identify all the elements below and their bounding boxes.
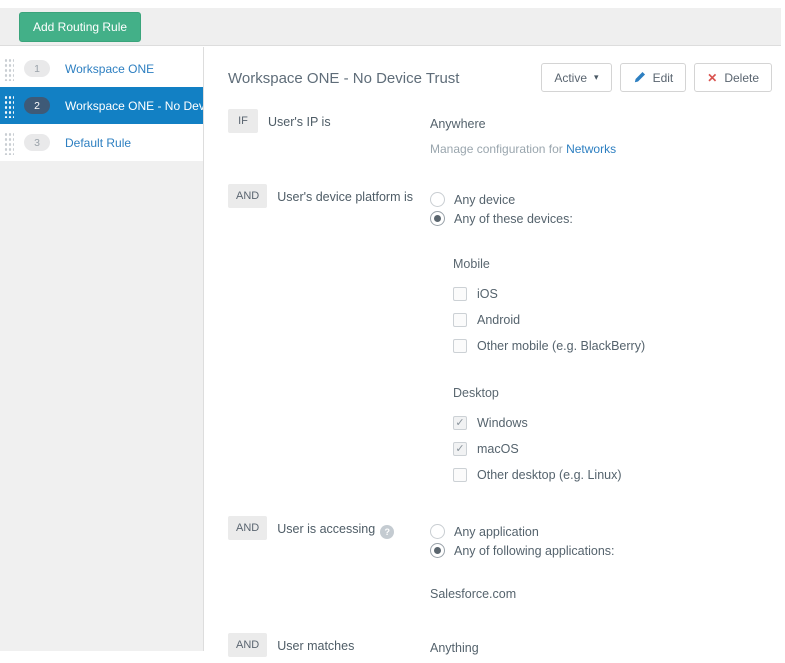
rule-conditions: IF User's IP is Anywhere Manage configur… bbox=[228, 109, 772, 663]
checkbox-icon[interactable] bbox=[453, 313, 467, 327]
radio-icon[interactable] bbox=[430, 524, 445, 539]
rule-number-badge: 1 bbox=[24, 60, 50, 77]
manage-configuration-line: Manage configuration for Networks bbox=[430, 140, 772, 158]
edit-button-label: Edit bbox=[652, 70, 674, 85]
condition-row-device-platform: AND User's device platform is Any device… bbox=[228, 184, 772, 488]
desktop-group: Desktop Windows macOS Othe bbox=[453, 384, 772, 488]
radio-label: Any application bbox=[454, 524, 539, 539]
mobile-group: Mobile iOS Android Other mobile (e.g. Bl… bbox=[453, 255, 772, 359]
radio-label: Any of following applications: bbox=[454, 543, 615, 558]
add-routing-rule-button[interactable]: Add Routing Rule bbox=[19, 11, 142, 42]
radio-label: Any device bbox=[454, 192, 516, 207]
sidebar-background bbox=[0, 161, 203, 651]
rule-item-label: Workspace ONE bbox=[65, 61, 155, 76]
condition-row-ip: IF User's IP is Anywhere Manage configur… bbox=[228, 109, 772, 158]
radio-selected-icon[interactable] bbox=[430, 211, 445, 226]
checkbox-label: Android bbox=[477, 313, 521, 327]
group-heading: Mobile bbox=[453, 257, 490, 271]
radio-option-following-applications[interactable]: Any of following applications: bbox=[430, 541, 772, 560]
page-title: Workspace ONE - No Device Trust bbox=[228, 70, 460, 87]
manage-prefix: Manage configuration for bbox=[430, 142, 567, 156]
drag-handle-icon[interactable] bbox=[4, 130, 14, 155]
checkbox-checked-icon[interactable] bbox=[453, 442, 467, 456]
checkbox-ios[interactable]: iOS bbox=[453, 281, 772, 307]
rule-detail-panel: Workspace ONE - No Device Trust Active ▾… bbox=[205, 47, 785, 657]
status-dropdown-label: Active bbox=[554, 70, 588, 85]
checkbox-android[interactable]: Android bbox=[453, 307, 772, 333]
radio-icon[interactable] bbox=[430, 192, 445, 207]
radio-option-any-of-these-devices[interactable]: Any of these devices: bbox=[430, 209, 772, 228]
radio-option-any-application[interactable]: Any application bbox=[430, 522, 772, 541]
delete-x-icon: ✕ bbox=[707, 70, 718, 85]
keyword-badge: IF bbox=[228, 109, 258, 133]
radio-option-any-device[interactable]: Any device bbox=[430, 190, 772, 209]
condition-label: User matches bbox=[277, 639, 355, 653]
condition-row-accessing: AND User is accessing? Any application A… bbox=[228, 516, 772, 603]
checkbox-label: macOS bbox=[477, 442, 519, 456]
sidebar-item-workspace-one[interactable]: 1 Workspace ONE bbox=[0, 50, 203, 87]
checkbox-icon[interactable] bbox=[453, 468, 467, 482]
networks-link[interactable]: Networks bbox=[566, 142, 616, 156]
drag-handle-icon[interactable] bbox=[4, 93, 14, 118]
pencil-icon bbox=[633, 71, 646, 84]
chevron-down-icon: ▾ bbox=[594, 72, 599, 82]
rule-number-badge: 2 bbox=[24, 97, 50, 114]
status-dropdown-button[interactable]: Active ▾ bbox=[541, 63, 612, 92]
condition-label: User's IP is bbox=[268, 115, 331, 129]
keyword-badge: AND bbox=[228, 516, 268, 540]
drag-handle-icon[interactable] bbox=[4, 56, 14, 81]
sidebar-item-default-rule[interactable]: 3 Default Rule bbox=[0, 124, 203, 161]
checkbox-other-desktop[interactable]: Other desktop (e.g. Linux) bbox=[453, 462, 772, 488]
checkbox-icon[interactable] bbox=[453, 339, 467, 353]
application-name: Salesforce.com bbox=[430, 587, 517, 601]
help-icon[interactable]: ? bbox=[380, 525, 395, 539]
detail-header: Workspace ONE - No Device Trust Active ▾… bbox=[228, 63, 772, 92]
checkbox-icon[interactable] bbox=[453, 287, 467, 301]
delete-button[interactable]: ✕ Delete bbox=[694, 63, 772, 92]
condition-value: Anything bbox=[430, 641, 479, 655]
routing-rules-sidebar: 1 Workspace ONE 2 Workspace ONE - No Dev… bbox=[0, 47, 204, 651]
group-heading: Desktop bbox=[453, 386, 499, 400]
rule-item-label: Default Rule bbox=[65, 135, 132, 150]
keyword-badge: AND bbox=[228, 633, 268, 657]
top-toolbar: Add Routing Rule bbox=[0, 8, 781, 46]
header-actions: Active ▾ Edit ✕ Delete bbox=[541, 63, 772, 92]
checkbox-macos[interactable]: macOS bbox=[453, 436, 772, 462]
routing-rules-page: Add Routing Rule 1 Workspace ONE 2 Works… bbox=[0, 0, 785, 663]
checkbox-checked-icon[interactable] bbox=[453, 416, 467, 430]
rule-item-label: Workspace ONE - No Devic... bbox=[65, 98, 203, 113]
checkbox-label: Other desktop (e.g. Linux) bbox=[477, 468, 622, 482]
radio-selected-icon[interactable] bbox=[430, 543, 445, 558]
checkbox-label: iOS bbox=[477, 287, 498, 301]
condition-label: User is accessing? bbox=[277, 516, 395, 539]
condition-label: User's device platform is bbox=[277, 190, 413, 204]
checkbox-label: Other mobile (e.g. BlackBerry) bbox=[477, 339, 646, 353]
delete-button-label: Delete bbox=[724, 70, 759, 85]
checkbox-other-mobile[interactable]: Other mobile (e.g. BlackBerry) bbox=[453, 333, 772, 359]
rule-number-badge: 3 bbox=[24, 134, 50, 151]
radio-label: Any of these devices: bbox=[454, 211, 573, 226]
device-checkbox-groups: Mobile iOS Android Other mobile (e.g. Bl… bbox=[453, 255, 772, 488]
condition-row-user-matches: AND User matches Anything bbox=[228, 633, 772, 657]
keyword-badge: AND bbox=[228, 184, 268, 208]
edit-button[interactable]: Edit bbox=[619, 63, 687, 92]
checkbox-label: Windows bbox=[477, 416, 528, 430]
rule-list: 1 Workspace ONE 2 Workspace ONE - No Dev… bbox=[0, 47, 203, 161]
checkbox-windows[interactable]: Windows bbox=[453, 410, 772, 436]
condition-value: Anywhere bbox=[430, 117, 486, 131]
sidebar-item-workspace-one-no-device-trust[interactable]: 2 Workspace ONE - No Devic... bbox=[0, 87, 203, 124]
